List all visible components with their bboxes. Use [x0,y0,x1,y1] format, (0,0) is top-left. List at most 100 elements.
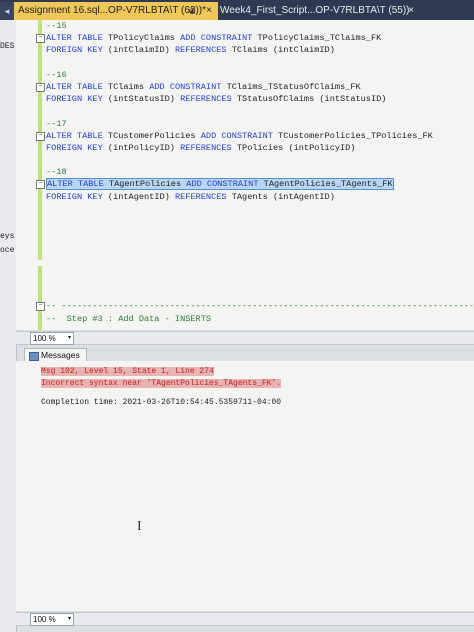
comment-text: -- -------------------------------------… [46,301,474,312]
constraint-name: TPolicyClaims_TClaims_FK [257,33,382,44]
reference-target: TPolicies (intPolicyID) [236,142,356,153]
zoom-value: 100 % [33,334,56,343]
editor-zoom-bar: 100 % ▾ [16,331,474,345]
code-line[interactable] [46,227,474,239]
text-cursor-icon: I [137,519,142,534]
sql-keyword: FOREIGN KEY [46,191,103,202]
code-line[interactable] [46,239,474,251]
comment-text: -- -------------------------------------… [46,326,474,330]
completion-time-line: Completion time: 2021-03-26T10:54:45.535… [41,398,282,407]
sql-keyword: ADD CONSTRAINT [180,33,253,44]
close-tab-icon[interactable]: × [206,2,212,20]
sql-keyword: REFERENCES [180,94,232,105]
code-line[interactable]: FOREIGN KEY (intPolicyID) REFERENCES TPo… [46,142,474,154]
code-line[interactable]: --16 [46,69,474,81]
sql-keyword: REFERENCES [174,191,227,202]
sql-keyword: FOREIGN KEY [46,45,103,56]
constraint-name: TAgentPolicies_TAgents_FK [263,179,393,190]
pin-icon[interactable]: ⊕ [188,2,196,20]
sql-keyword: ADD CONSTRAINT [200,130,273,141]
change-tracking-bar [38,266,42,330]
code-line[interactable] [46,252,474,264]
reference-target: TStatusOfClaims (intStatusID) [236,94,387,105]
code-line[interactable]: -- -------------------------------------… [46,325,474,330]
column-name: (intAgentID) [107,191,170,202]
code-line[interactable]: − ALTER TABLE TAgentPolicies ADD CONSTRAI… [36,178,474,191]
zoom-dropdown[interactable]: 100 % ▾ [30,613,74,626]
reference-target: TAgents (intAgentID) [231,191,335,202]
tab-messages[interactable]: Messages [24,348,87,362]
query-editor[interactable]: --15− ALTER TABLE TPolicyClaims ADD CONST… [16,20,474,330]
sql-keyword: ALTER TABLE [47,179,104,190]
sql-keyword: REFERENCES [180,142,232,153]
close-tab-icon[interactable]: × [408,2,414,20]
panel-label: oce [0,246,15,255]
tab-scroll-left-button[interactable]: ◂ [0,2,14,20]
table-name: TAgentPolicies [108,179,182,190]
column-name: (intStatusID) [107,94,175,105]
sql-keyword: ALTER TABLE [46,81,103,92]
code-line[interactable] [46,105,474,117]
chevron-down-icon: ▾ [67,335,71,341]
error-message-line: Incorrect syntax near 'TAgentPolicies_TA… [41,379,282,388]
code-line[interactable] [46,264,474,276]
code-line[interactable]: − ALTER TABLE TPolicyClaims ADD CONSTRAIN… [36,32,474,44]
comment-text: --16 [46,69,67,80]
code-line[interactable] [46,154,474,166]
sql-keyword: FOREIGN KEY [46,94,103,105]
tab-label: Assignment 16.sql...OP-V7RLBTA\T (62))* [18,5,207,16]
code-line[interactable] [46,215,474,227]
code-line[interactable]: − ALTER TABLE TCustomerPolicies ADD CONST… [36,130,474,142]
code-area[interactable]: --15− ALTER TABLE TPolicyClaims ADD CONST… [36,20,474,330]
code-line[interactable] [46,203,474,215]
collapse-toggle-icon[interactable]: − [36,302,45,312]
chevron-down-icon: ▾ [67,616,71,622]
reference-target: TClaims (intClaimID) [231,45,335,56]
comment-text: --18 [46,167,67,178]
panel-label: eys [0,232,15,241]
collapse-toggle-icon[interactable]: − [36,34,45,44]
comment-text: --17 [46,118,67,129]
tab-label: Week4_First_Script...OP-V7RLBTA\T (55)) [220,5,410,16]
collapse-toggle-icon[interactable]: − [36,131,45,141]
results-zoom-bar: 100 % ▾ [16,612,474,626]
panel-label: DES [0,42,15,51]
code-line[interactable] [46,57,474,69]
constraint-name: TClaims_TStatusOfClaims_FK [226,81,361,92]
comment-text: -- Step #3 : Add Data - INSERTS [46,313,212,324]
code-line[interactable]: --15 [46,20,474,32]
code-line[interactable]: − ALTER TABLE TClaims ADD CONSTRAINT TCla… [36,81,474,93]
constraint-name: TCustomerPolicies_TPolicies_FK [278,130,433,141]
tab-week4-first-script[interactable]: Week4_First_Script...OP-V7RLBTA\T (55)) … [216,2,420,20]
table-name: TPolicyClaims [107,33,175,44]
code-line[interactable]: --17 [46,118,474,130]
zoom-dropdown[interactable]: 100 % ▾ [30,332,74,345]
sql-keyword: ALTER TABLE [46,130,103,141]
code-line[interactable]: FOREIGN KEY (intClaimID) REFERENCES TCla… [46,44,474,56]
code-line[interactable]: --18 [46,166,474,178]
code-line[interactable] [46,276,474,288]
tab-label: Messages [41,350,80,360]
sql-keyword: ALTER TABLE [46,33,103,44]
sql-keyword: ADD CONSTRAINT [149,81,222,92]
sql-keyword: REFERENCES [174,45,227,56]
code-line[interactable]: FOREIGN KEY (intAgentID) REFERENCES TAge… [46,191,474,203]
column-name: (intPolicyID) [107,142,175,153]
document-tab-bar: ◂ Assignment 16.sql...OP-V7RLBTA\T (62))… [0,0,474,20]
sql-keyword: FOREIGN KEY [46,142,103,153]
column-name: (intClaimID) [107,45,170,56]
table-name: TCustomerPolicies [107,130,196,141]
table-name: TClaims [107,81,145,92]
code-line[interactable] [46,288,474,300]
code-line[interactable]: FOREIGN KEY (intStatusID) REFERENCES TSt… [46,93,474,105]
selected-text: ALTER TABLE TAgentPolicies ADD CONSTRAIN… [46,178,394,191]
zoom-value: 100 % [33,615,56,624]
object-explorer-edge: DES eys oce [0,20,17,632]
code-line[interactable]: − -- ------------------------------------… [36,300,474,312]
comment-text: --15 [46,21,67,31]
collapse-toggle-icon[interactable]: − [36,82,45,92]
code-line[interactable]: -- Step #3 : Add Data - INSERTS [46,313,474,325]
tab-assignment-16[interactable]: Assignment 16.sql...OP-V7RLBTA\T (62))* … [14,2,218,20]
collapse-toggle-icon[interactable]: − [36,180,45,190]
messages-pane[interactable]: Msg 102, Level 15, State 1, Line 274 Inc… [16,361,474,611]
